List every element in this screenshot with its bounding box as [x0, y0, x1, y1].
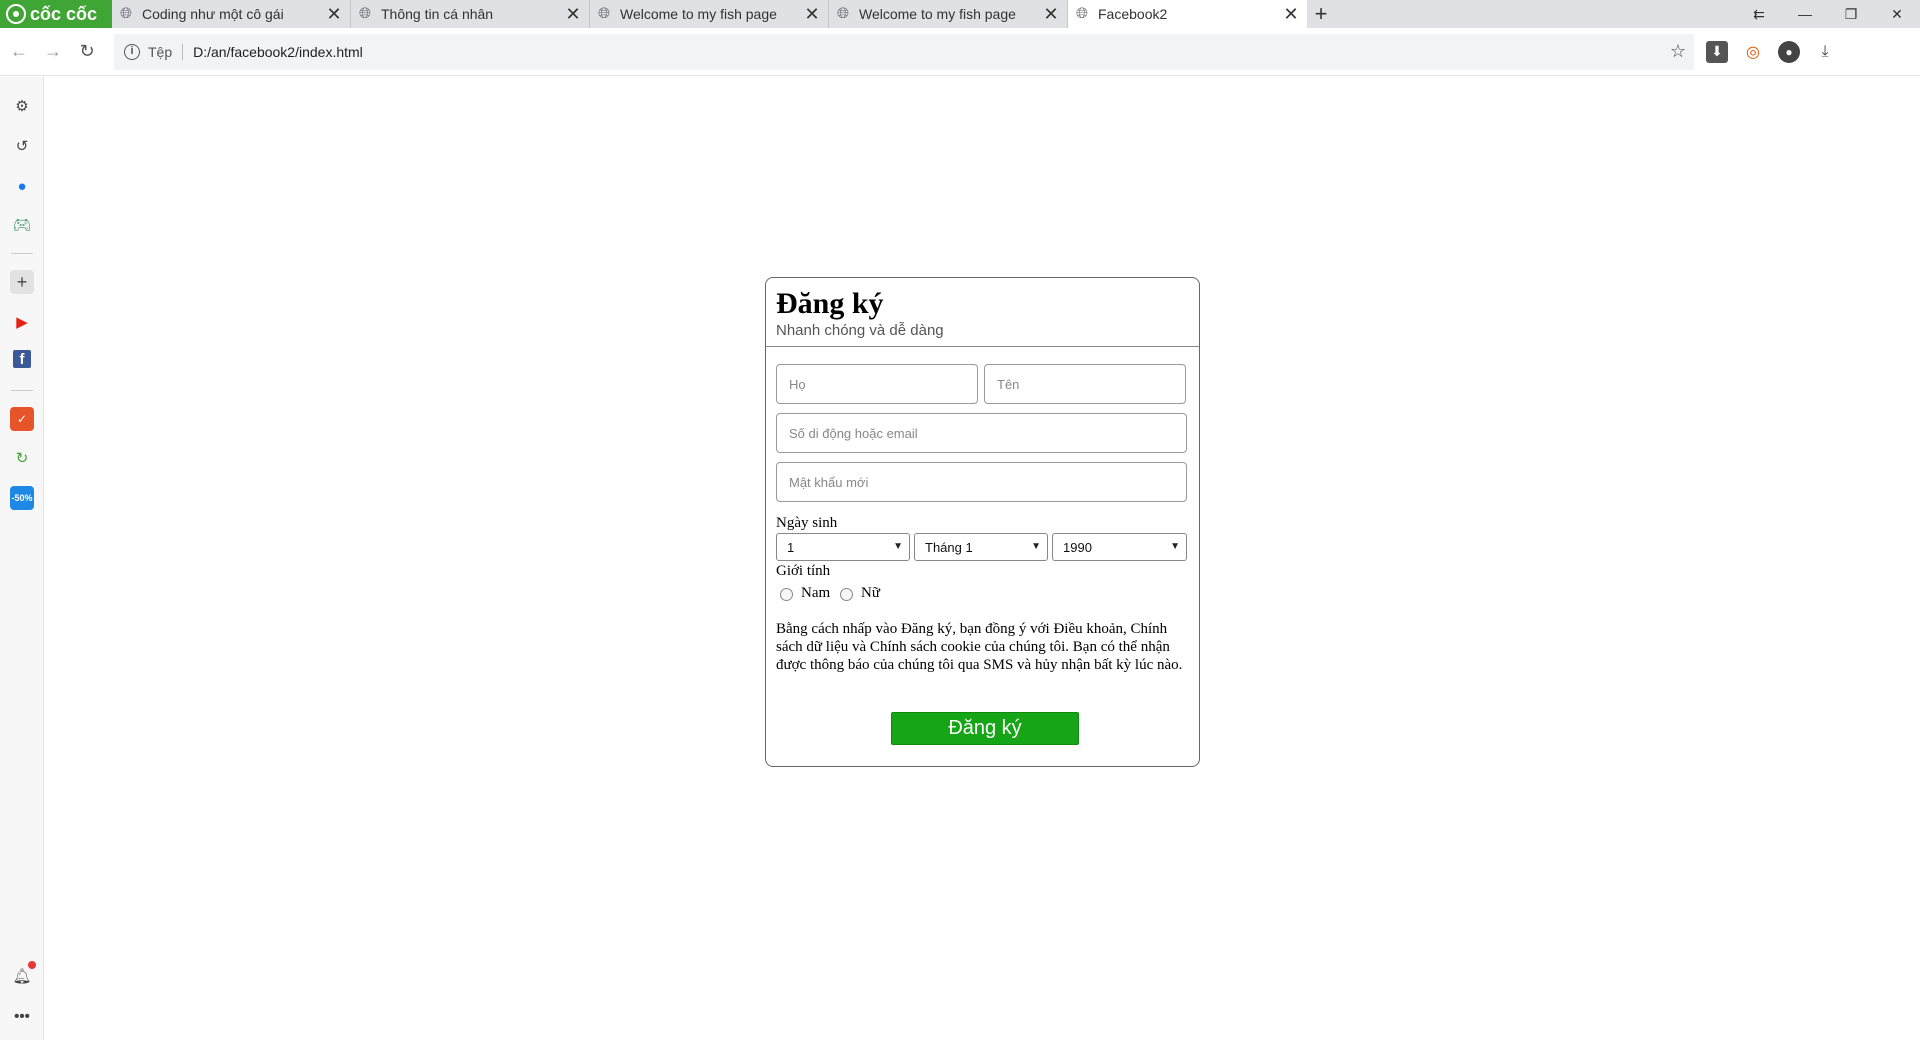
tab-title: Welcome to my fish page: [620, 6, 777, 22]
day-value: 1: [787, 539, 795, 555]
tab-strip: cốc cốc 🌐︎ Coding như một cô gái ✕ 🌐︎ Th…: [0, 0, 1920, 28]
more-icon[interactable]: •••: [10, 1004, 34, 1028]
bell-icon[interactable]: 🔔︎: [10, 961, 36, 988]
tab-title: Welcome to my fish page: [859, 6, 1016, 22]
contact-field[interactable]: Số di động hoặc email: [776, 413, 1187, 453]
tab-title: Coding như một cô gái: [142, 6, 284, 22]
close-icon[interactable]: ✕: [1281, 4, 1301, 24]
brand-name: cốc cốc: [30, 3, 98, 24]
messenger-icon[interactable]: ●: [10, 174, 34, 198]
globe-icon: 🌐︎: [119, 5, 132, 22]
first-name-field[interactable]: Tên: [984, 364, 1186, 404]
gender-option-label: Nữ: [861, 585, 880, 601]
terms-text: Bằng cách nhấp vào Đăng ký, bạn đồng ý v…: [776, 621, 1183, 673]
globe-icon: 🌐︎: [358, 5, 371, 22]
close-icon[interactable]: ✕: [802, 4, 822, 24]
reload-icon: ↻: [79, 41, 95, 61]
signup-subtitle: Nhanh chóng và dễ dàng: [776, 322, 944, 339]
tab-coding[interactable]: 🌐︎ Coding như một cô gái ✕: [112, 0, 351, 28]
coccoc-logo[interactable]: cốc cốc: [0, 0, 112, 28]
signup-card: Đăng ký Nhanh chóng và dễ dàng Họ Tên Số…: [765, 277, 1200, 767]
day-select[interactable]: 1 ▼: [776, 533, 910, 561]
plus-icon[interactable]: +: [10, 270, 34, 294]
account-icon[interactable]: ●: [1778, 40, 1800, 63]
birthday-selects: 1 ▼ Tháng 1 ▼ 1990 ▼: [776, 533, 1187, 561]
arrow-left-icon: ←: [10, 41, 28, 61]
coccoc-icon[interactable]: ◎: [1742, 41, 1764, 63]
tab-fish-2[interactable]: 🌐︎ Welcome to my fish page ✕: [829, 0, 1068, 28]
forward-button[interactable]: →: [38, 37, 68, 67]
window-close-button[interactable]: ✕: [1874, 0, 1920, 28]
shopping-icon[interactable]: ✓: [10, 407, 34, 431]
close-icon[interactable]: ✕: [1041, 4, 1061, 24]
tab-title: Facebook2: [1098, 6, 1168, 22]
close-icon[interactable]: ✕: [563, 4, 583, 24]
month-select[interactable]: Tháng 1 ▼: [914, 533, 1048, 561]
password-field[interactable]: Mật khẩu mới: [776, 462, 1187, 502]
signup-button[interactable]: Đăng ký: [891, 712, 1079, 745]
minimize-button[interactable]: —: [1782, 0, 1828, 28]
gender-radio-male[interactable]: [780, 588, 793, 601]
tab-facebook2[interactable]: 🌐︎ Facebook2 ✕: [1068, 0, 1307, 28]
refresh-leaf-icon[interactable]: ↻: [10, 446, 34, 470]
sidebar: ⚙ ↺ ● 🎮︎ + ▶ f ✓ ↻ -50% 🔔︎ •••: [0, 77, 44, 1040]
download-box-icon[interactable]: ⬇: [1706, 40, 1728, 63]
sale-icon[interactable]: -50%: [10, 486, 34, 510]
window-controls: ⇇ — ❐ ✕: [1736, 0, 1920, 28]
last-name-field[interactable]: Họ: [776, 364, 978, 404]
restore-button[interactable]: ❐: [1828, 0, 1874, 28]
star-icon[interactable]: ☆: [1670, 41, 1686, 62]
download-icon[interactable]: ⤓: [1814, 41, 1836, 63]
birthday-label: Ngày sinh: [776, 515, 838, 531]
year-select[interactable]: 1990 ▼: [1052, 533, 1187, 561]
chevron-down-icon: ▼: [1031, 541, 1041, 552]
tab-title: Thông tin cá nhân: [381, 6, 494, 22]
arrow-right-icon: →: [44, 41, 62, 61]
close-icon[interactable]: ✕: [324, 4, 344, 24]
chevron-down-icon: ▼: [893, 541, 903, 552]
year-value: 1990: [1063, 539, 1092, 555]
tab-thong-tin[interactable]: 🌐︎ Thông tin cá nhân ✕: [351, 0, 590, 28]
chevron-down-icon: ▼: [1170, 541, 1180, 552]
scheme-label: Tệp: [148, 43, 184, 60]
toolbar-icons: ⬇ ◎ ● ⤓: [1706, 40, 1836, 63]
facebook-icon[interactable]: f: [13, 350, 31, 368]
back-button[interactable]: ←: [4, 37, 34, 67]
signup-header: Đăng ký Nhanh chóng và dễ dàng: [766, 278, 1199, 347]
sidebar-divider: [11, 390, 33, 391]
tab-search-icon[interactable]: ⇇: [1736, 0, 1782, 28]
gender-option-label: Nam: [801, 585, 831, 601]
gender-radio-female[interactable]: [840, 588, 853, 601]
gender-label: Giới tính: [776, 563, 831, 579]
globe-icon: 🌐︎: [836, 5, 849, 22]
history-icon[interactable]: ↺: [10, 134, 34, 158]
globe-icon: 🌐︎: [1075, 5, 1088, 22]
url-text[interactable]: D:/an/facebook2/index.html: [193, 44, 363, 60]
coccoc-logo-icon: [6, 4, 26, 24]
tab-fish-1[interactable]: 🌐︎ Welcome to my fish page ✕: [590, 0, 829, 28]
youtube-icon[interactable]: ▶: [10, 310, 34, 334]
gamepad-icon[interactable]: 🎮︎: [10, 213, 34, 237]
browser-toolbar: ← → ↻ i Tệp D:/an/facebook2/index.html ☆…: [0, 28, 1920, 76]
globe-icon: 🌐︎: [597, 5, 610, 22]
month-value: Tháng 1: [925, 539, 973, 555]
new-tab-button[interactable]: +: [1307, 0, 1335, 28]
notification-badge: [28, 961, 36, 969]
sidebar-divider: [11, 253, 33, 254]
signup-title: Đăng ký: [776, 287, 884, 320]
info-icon[interactable]: i: [124, 43, 140, 60]
address-bar[interactable]: i Tệp D:/an/facebook2/index.html ☆: [114, 33, 1694, 70]
gear-icon[interactable]: ⚙: [10, 94, 34, 118]
reload-button[interactable]: ↻: [72, 37, 102, 67]
